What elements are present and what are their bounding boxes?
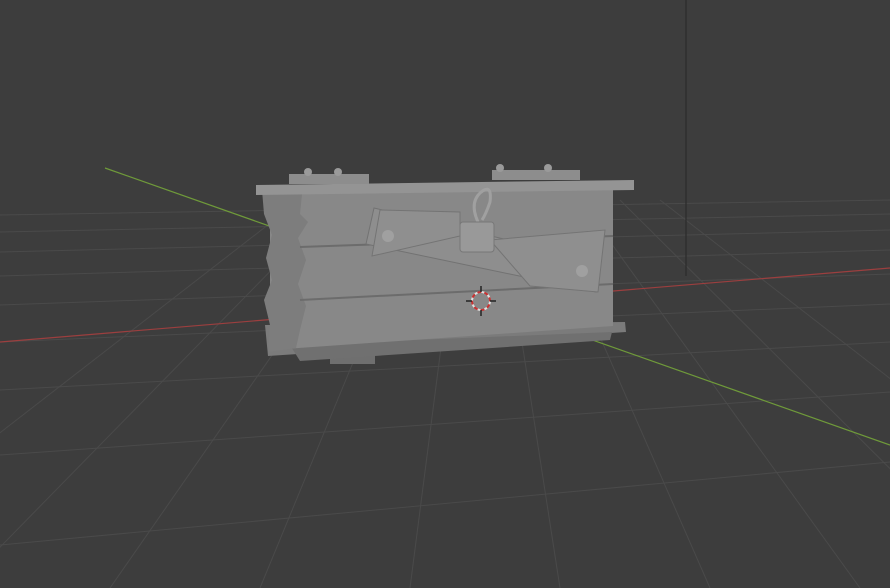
bolt-icon xyxy=(576,265,588,277)
bolt-icon xyxy=(496,164,504,172)
bolt-icon xyxy=(334,168,342,176)
lid-clamp-right xyxy=(492,170,580,180)
bolt-icon xyxy=(382,230,394,242)
bolt-icon xyxy=(304,168,312,176)
3d-viewport[interactable] xyxy=(0,0,890,588)
chest-object[interactable] xyxy=(256,164,634,364)
bolt-icon xyxy=(544,164,552,172)
padlock-icon xyxy=(459,221,495,253)
lid-clamp-left xyxy=(289,174,369,184)
viewport-canvas[interactable] xyxy=(0,0,890,588)
